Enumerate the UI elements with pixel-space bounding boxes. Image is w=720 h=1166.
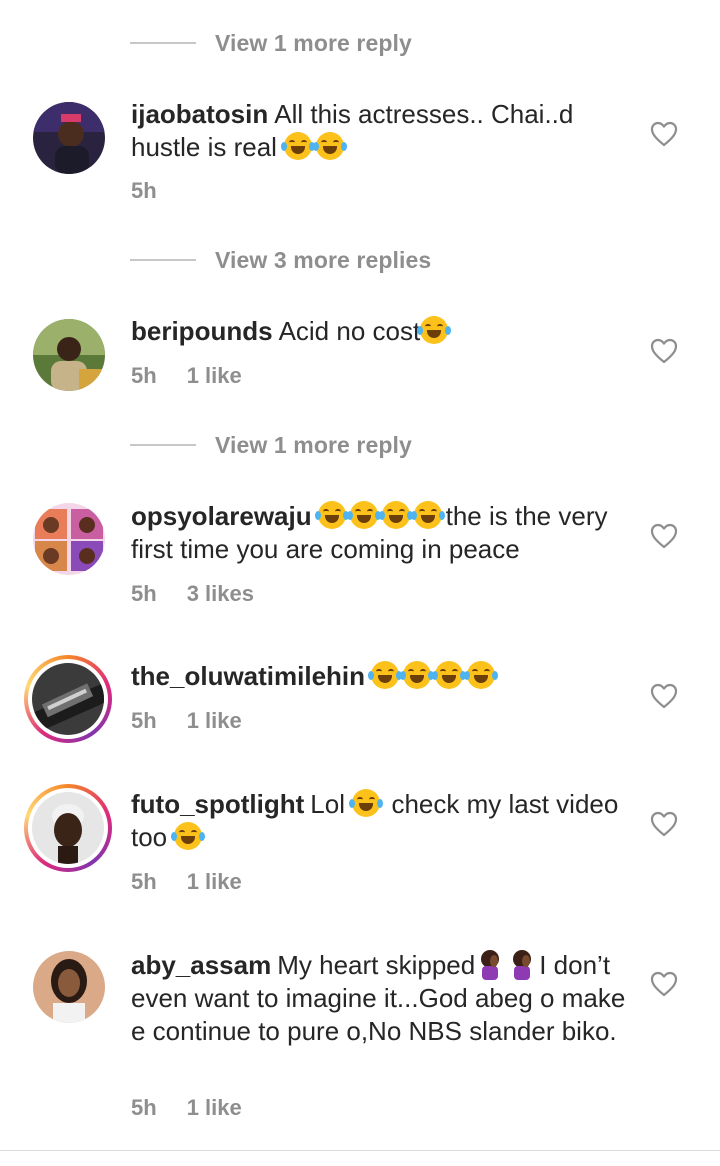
comment-likes[interactable]: 1 like bbox=[187, 869, 242, 895]
comment-text: the_oluwatimilehin bbox=[131, 660, 631, 693]
comment-username[interactable]: aby_assam bbox=[131, 950, 271, 980]
comment-text: futo_spotlight Lol check my last video to… bbox=[131, 788, 631, 854]
avatar bbox=[32, 663, 104, 735]
comment-text: beripounds Acid no cost bbox=[131, 315, 631, 348]
tears-of-joy-emoji bbox=[410, 501, 445, 529]
avatar[interactable] bbox=[33, 319, 105, 391]
comment-meta: 5h 3 likes bbox=[131, 581, 254, 607]
thread-line bbox=[130, 444, 196, 446]
comment-time: 5h bbox=[131, 869, 157, 894]
woman-facepalming-emoji bbox=[481, 950, 500, 980]
comment-text: aby_assam My heart skipped I don’t even wa… bbox=[131, 948, 631, 1048]
comment-text: opsyolarewaju the is the very first time … bbox=[131, 500, 631, 566]
view-more-replies-link[interactable]: View 1 more reply bbox=[215, 30, 412, 57]
comment-likes[interactable]: 1 like bbox=[187, 1095, 242, 1121]
comment-likes[interactable]: 3 likes bbox=[187, 581, 254, 607]
tears-of-joy-emoji bbox=[346, 501, 381, 529]
view-more-replies-row[interactable]: View 3 more replies bbox=[130, 245, 431, 275]
tears-of-joy-emoji bbox=[313, 132, 348, 160]
comment-body: Acid no cost bbox=[278, 316, 421, 346]
heart-outline-icon[interactable] bbox=[650, 338, 678, 364]
view-more-replies-link[interactable]: View 1 more reply bbox=[215, 432, 412, 459]
comment-meta: 5h 1 like bbox=[131, 363, 242, 389]
view-more-replies-link[interactable]: View 3 more replies bbox=[215, 247, 431, 274]
view-more-replies-row[interactable]: View 1 more reply bbox=[130, 430, 412, 460]
tears-of-joy-emoji bbox=[281, 132, 316, 160]
tears-of-joy-emoji bbox=[378, 501, 413, 529]
comment-username[interactable]: futo_spotlight bbox=[131, 789, 304, 819]
comment-meta: 5h bbox=[131, 178, 157, 204]
tears-of-joy-emoji bbox=[464, 661, 499, 689]
avatar bbox=[32, 792, 104, 864]
heart-outline-icon[interactable] bbox=[650, 121, 678, 147]
heart-outline-icon[interactable] bbox=[650, 811, 678, 837]
tears-of-joy-emoji bbox=[314, 501, 349, 529]
comment-likes[interactable]: 1 like bbox=[187, 363, 242, 389]
comment-username[interactable]: opsyolarewaju bbox=[131, 501, 312, 531]
comment-text: ijaobatosin All this actresses.. Chai..d … bbox=[131, 98, 631, 164]
tears-of-joy-emoji bbox=[171, 822, 206, 850]
woman-facepalming-emoji bbox=[513, 950, 532, 980]
view-more-replies-row[interactable]: View 1 more reply bbox=[130, 28, 412, 58]
comment-meta: 5h 1 like bbox=[131, 1095, 242, 1121]
tears-of-joy-emoji bbox=[368, 661, 403, 689]
avatar[interactable] bbox=[33, 951, 105, 1023]
heart-outline-icon[interactable] bbox=[650, 971, 678, 997]
comment-time: 5h bbox=[131, 178, 157, 203]
comment-time: 5h bbox=[131, 1095, 157, 1120]
comment-username[interactable]: beripounds bbox=[131, 316, 273, 346]
thread-line bbox=[130, 42, 196, 44]
avatar-story-ring[interactable] bbox=[24, 655, 112, 743]
bottom-divider bbox=[0, 1150, 720, 1151]
avatar[interactable] bbox=[33, 102, 105, 174]
comment-username[interactable]: ijaobatosin bbox=[131, 99, 268, 129]
comment-time: 5h bbox=[131, 581, 157, 606]
tears-of-joy-emoji bbox=[349, 789, 384, 817]
avatar[interactable] bbox=[33, 503, 105, 575]
tears-of-joy-emoji bbox=[417, 316, 452, 344]
avatar-story-ring[interactable] bbox=[24, 784, 112, 872]
comment-body-part1: Lol bbox=[310, 789, 345, 819]
comment-likes[interactable]: 1 like bbox=[187, 708, 242, 734]
thread-line bbox=[130, 259, 196, 261]
comment-time: 5h bbox=[131, 708, 157, 733]
heart-outline-icon[interactable] bbox=[650, 683, 678, 709]
comment-time: 5h bbox=[131, 363, 157, 388]
comment-username[interactable]: the_oluwatimilehin bbox=[131, 661, 365, 691]
comment-meta: 5h 1 like bbox=[131, 869, 242, 895]
comment-meta: 5h 1 like bbox=[131, 708, 242, 734]
tears-of-joy-emoji bbox=[432, 661, 467, 689]
heart-outline-icon[interactable] bbox=[650, 523, 678, 549]
comment-body-part1: My heart skipped bbox=[277, 950, 476, 980]
tears-of-joy-emoji bbox=[400, 661, 435, 689]
